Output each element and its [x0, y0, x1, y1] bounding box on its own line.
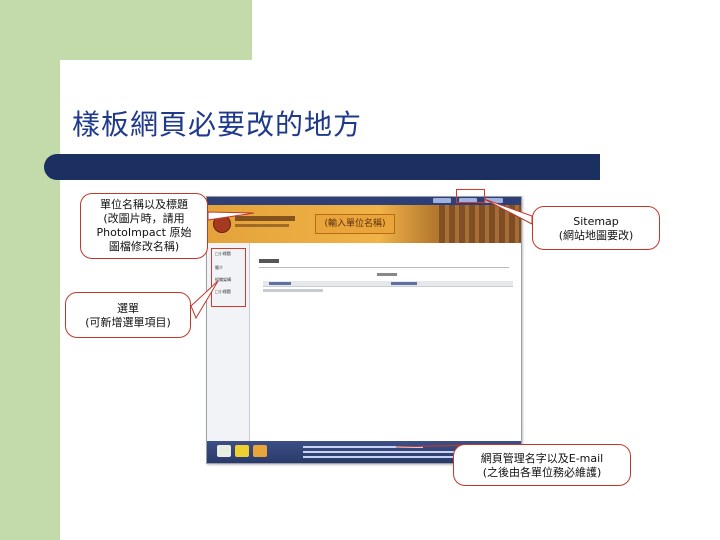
footer-badge-icon — [253, 445, 267, 457]
screenshot-table-header-cell — [269, 282, 291, 285]
school-seal-icon — [213, 215, 231, 233]
green-background-left — [0, 0, 60, 540]
callout-menu: 選單 (可新增選單項目) — [65, 292, 191, 338]
footer-badge-icon — [217, 445, 231, 457]
footer-text-line — [303, 456, 453, 458]
screenshot-table-header-cell — [391, 282, 417, 285]
menu-highlight-box — [211, 248, 246, 307]
building-photo — [439, 205, 521, 243]
slide-title: 樣板網頁必要改的地方 — [72, 108, 363, 141]
footer-badge-icon — [235, 445, 249, 457]
school-name-english-graphic — [235, 224, 289, 227]
screenshot-nav-link — [485, 198, 503, 203]
sitemap-highlight-box — [456, 189, 485, 203]
screenshot-divider — [259, 267, 509, 268]
screenshot-banner: (輸入單位名稱) — [207, 205, 521, 243]
template-webpage-screenshot: (輸入單位名稱) □小標題 簡介 組織架構 □小標題 — [206, 196, 522, 464]
footer-text-line — [303, 446, 423, 448]
screenshot-subheading — [377, 273, 397, 276]
school-name-graphic — [235, 216, 295, 221]
callout-unit-title: 單位名稱以及標題 (改圖片時，請用 PhotoImpact 原始 圖檔修改名稱) — [80, 193, 208, 259]
screenshot-table-row — [263, 289, 323, 292]
title-underline-bar — [44, 154, 600, 180]
callout-webmaster: 網頁管理名字以及E-mail (之後由各單位務必維護) — [453, 444, 631, 486]
screenshot-content-title — [259, 259, 279, 263]
screenshot-table-header — [263, 281, 513, 287]
screenshot-nav-link — [433, 198, 451, 203]
callout-sitemap: Sitemap (網站地圖要改) — [532, 206, 660, 250]
unit-name-placeholder: (輸入單位名稱) — [315, 214, 395, 234]
